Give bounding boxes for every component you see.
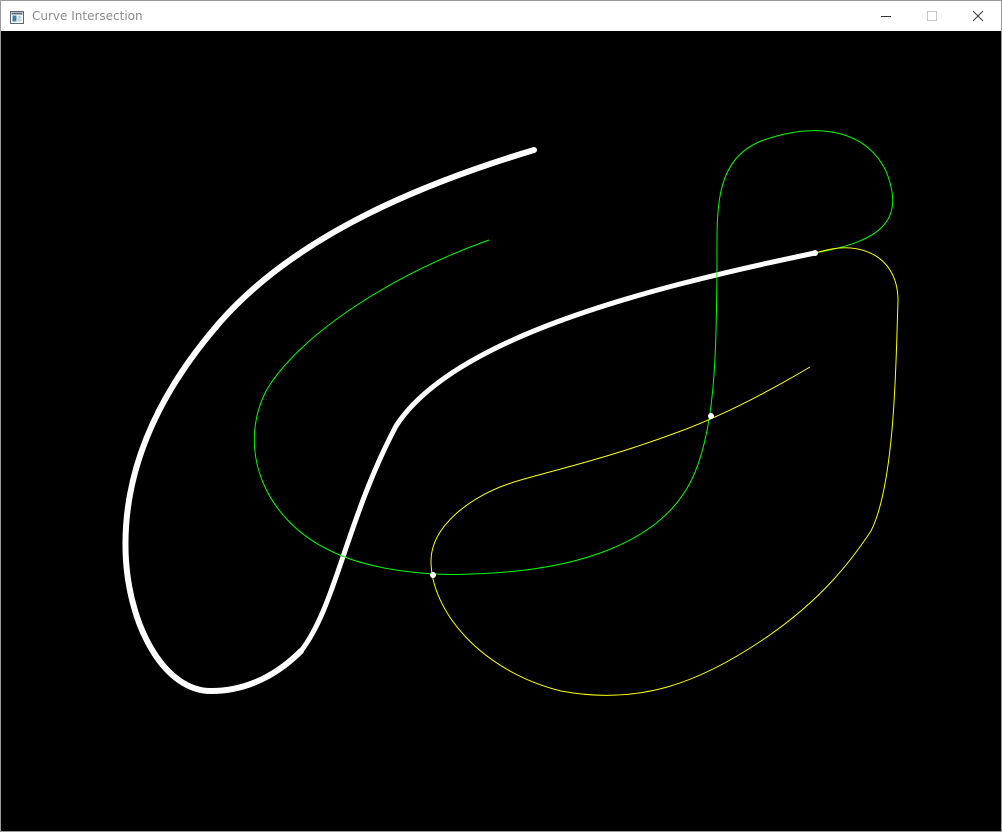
intersection-point <box>812 250 818 256</box>
minimize-button[interactable] <box>863 1 909 31</box>
minimize-icon <box>880 7 892 26</box>
title-bar[interactable]: Curve Intersection <box>1 1 1001 31</box>
maximize-icon <box>926 7 938 26</box>
yellow-curve <box>430 247 899 696</box>
app-window: Curve Intersection <box>0 0 1002 832</box>
intersection-point <box>430 572 436 578</box>
white-curve-s <box>298 250 818 654</box>
close-icon <box>972 7 984 26</box>
app-window-icon[interactable] <box>10 9 24 24</box>
white-curve-left <box>122 147 537 695</box>
close-button[interactable] <box>955 1 1001 31</box>
maximize-button[interactable] <box>909 1 955 31</box>
drawing-canvas[interactable] <box>1 31 1001 831</box>
curve-canvas-svg <box>122 130 899 696</box>
intersection-point <box>708 413 714 419</box>
window-title: Curve Intersection <box>32 9 143 23</box>
green-curve <box>253 130 894 575</box>
